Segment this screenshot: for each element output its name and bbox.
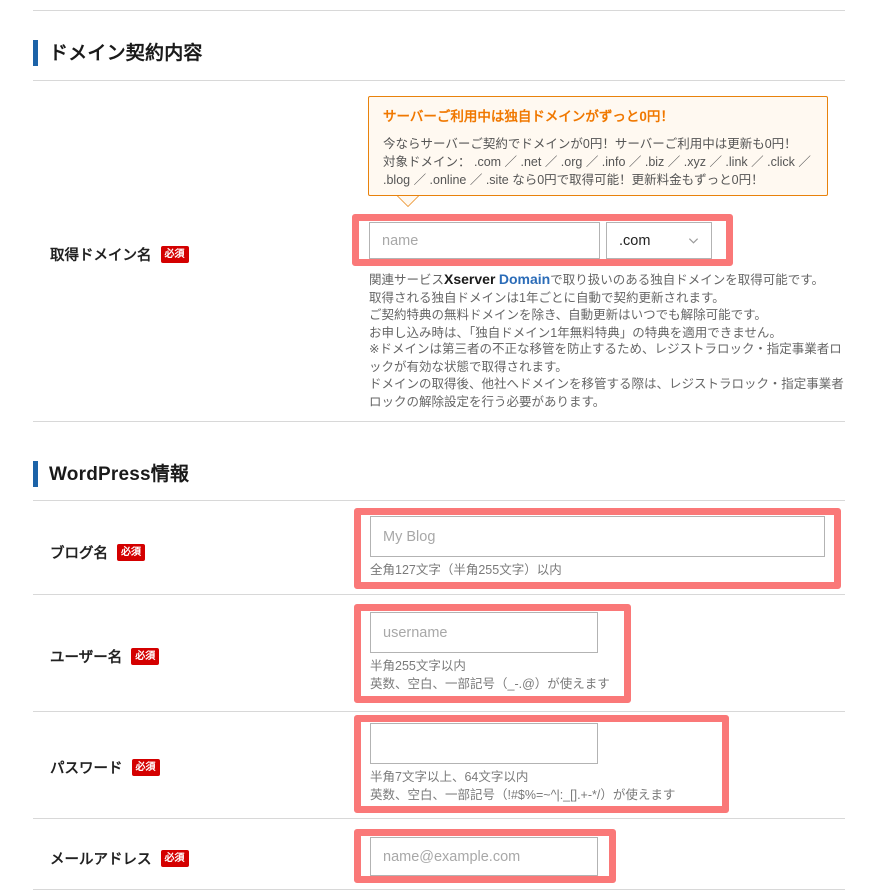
section-title-domain: ドメイン契約内容 <box>49 42 203 64</box>
promo-callout-title: サーバーご利用中は独自ドメインがずっと0円！ <box>383 109 674 124</box>
brand-xserver: Xserver <box>444 271 496 287</box>
brand-domain: Domain <box>498 271 551 287</box>
password-help: 半角7文字以上、64文字以内 英数、空白、一部記号（!#$%=~^|:_[].+… <box>370 769 730 804</box>
password-help-line-1: 半角7文字以上、64文字以内 <box>370 770 529 784</box>
username-help-line-2: 英数、空白、一部記号（_-.@）が使えます <box>370 676 610 691</box>
domain-help-line-2: 取得される独自ドメインは1年ごとに自動で契約更新されます。 <box>369 290 725 305</box>
section-title-wordpress: WordPress情報 <box>49 463 190 485</box>
promo-callout-line-1: 今ならサーバーご契約でドメインが0円！サーバーご利用中は更新も0円！ <box>383 136 797 151</box>
field-label-domain-name: 取得ドメイン名 必須 <box>50 244 189 265</box>
required-badge-username: 必須 <box>131 648 160 665</box>
field-label-username-text: ユーザー名 <box>50 650 123 666</box>
domain-free-promo-callout: サーバーご利用中は独自ドメインがずっと0円！ 今ならサーバーご契約でドメインが0… <box>368 96 828 196</box>
divider-below-domain-heading <box>33 80 845 81</box>
domain-name-input[interactable] <box>369 222 600 259</box>
username-help-line-1: 半角255文字以内 <box>370 659 466 673</box>
field-label-domain-name-text: 取得ドメイン名 <box>50 248 152 264</box>
divider-below-wordpress-heading <box>33 500 845 501</box>
field-label-password: パスワード 必須 <box>50 757 160 778</box>
divider-bottom <box>33 889 845 890</box>
field-label-blog-name-text: ブログ名 <box>50 546 108 562</box>
blog-name-input[interactable] <box>370 516 825 557</box>
lock-notice-line-2: ックが有効な状態で取得されます。 <box>369 359 568 374</box>
divider-top <box>33 10 845 11</box>
lock-notice-line-4: ロックの解除設定を行う必要があります。 <box>369 394 606 409</box>
promo-callout-line-2: 対象ドメイン： .com ／ .net ／ .org ／ .info ／ .bi… <box>383 154 811 169</box>
lock-notice-line-1: ※ドメインは第三者の不正な移管を防止するため、レジストラロック・指定事業者ロ <box>369 342 842 356</box>
promo-callout-body: 今ならサーバーご契約でドメインが0円！サーバーご利用中は更新も0円！ 対象ドメイ… <box>383 135 813 189</box>
section-header-wordpress: WordPress情報 <box>33 461 189 487</box>
password-input[interactable] <box>370 723 598 764</box>
domain-help-line-1: 関連サービスXserver Domainで取り扱いのある独自ドメインを取得可能で… <box>369 271 849 290</box>
field-label-email-text: メールアドレス <box>50 852 152 868</box>
lock-notice-line-3: ドメインの取得後、他社へドメインを移管する際は、レジストラロック・指定事業者 <box>369 377 844 391</box>
domain-tld-select[interactable]: .com <box>606 222 712 259</box>
email-input[interactable] <box>370 837 598 876</box>
required-badge-email: 必須 <box>160 850 189 867</box>
password-help-line-2: 英数、空白、一部記号（!#$%=~^|:_[].+-*/）が使えます <box>370 787 676 802</box>
username-input[interactable] <box>370 612 598 653</box>
field-label-password-text: パスワード <box>50 761 123 777</box>
divider-after-username <box>33 711 845 712</box>
signup-form-page: ドメイン契約内容 サーバーご利用中は独自ドメインがずっと0円！ 今ならサーバーご… <box>0 0 878 892</box>
domain-help-line-3: ご契約特典の無料ドメインを除き、自動更新はいつでも解除可能です。 <box>369 308 767 322</box>
divider-after-password <box>33 818 845 819</box>
promo-callout-pointer-fill <box>398 196 418 206</box>
domain-help-line-1-pre: 関連サービス <box>369 273 445 287</box>
field-label-email: メールアドレス 必須 <box>50 848 189 869</box>
chevron-down-icon <box>688 238 699 244</box>
domain-help-line-1-post: で取り扱いのある独自ドメインを取得可能です。 <box>550 273 824 287</box>
domain-help-block-primary: 関連サービスXserver Domainで取り扱いのある独自ドメインを取得可能で… <box>369 271 849 342</box>
divider-end-domain-section <box>33 421 845 422</box>
section-accent-bar-wordpress <box>33 461 38 487</box>
divider-after-blog-name <box>33 594 845 595</box>
promo-callout-line-3: .blog ／ .online ／ .site なら0円で取得可能！更新料金もず… <box>383 172 764 187</box>
required-badge-blog-name: 必須 <box>117 544 145 561</box>
domain-help-line-4: お申し込み時は、「独自ドメイン1年無料特典」の特典を適用できません。 <box>369 325 782 340</box>
required-badge: 必須 <box>160 246 189 263</box>
domain-tld-select-value: .com <box>619 232 651 249</box>
field-label-blog-name: ブログ名 必須 <box>50 542 145 563</box>
required-badge-password: 必須 <box>131 759 160 776</box>
blog-name-help-line-1: 全角127文字（半角255文字）以内 <box>370 563 562 577</box>
domain-help-block-lock-notice: ※ドメインは第三者の不正な移管を防止するため、レジストラロック・指定事業者ロ ッ… <box>369 341 857 411</box>
username-help: 半角255文字以内 英数、空白、一部記号（_-.@）が使えます <box>370 658 650 693</box>
field-label-username: ユーザー名 必須 <box>50 646 160 667</box>
section-header-domain: ドメイン契約内容 <box>33 40 203 66</box>
blog-name-help: 全角127文字（半角255文字）以内 <box>370 562 830 580</box>
section-accent-bar <box>33 40 38 66</box>
